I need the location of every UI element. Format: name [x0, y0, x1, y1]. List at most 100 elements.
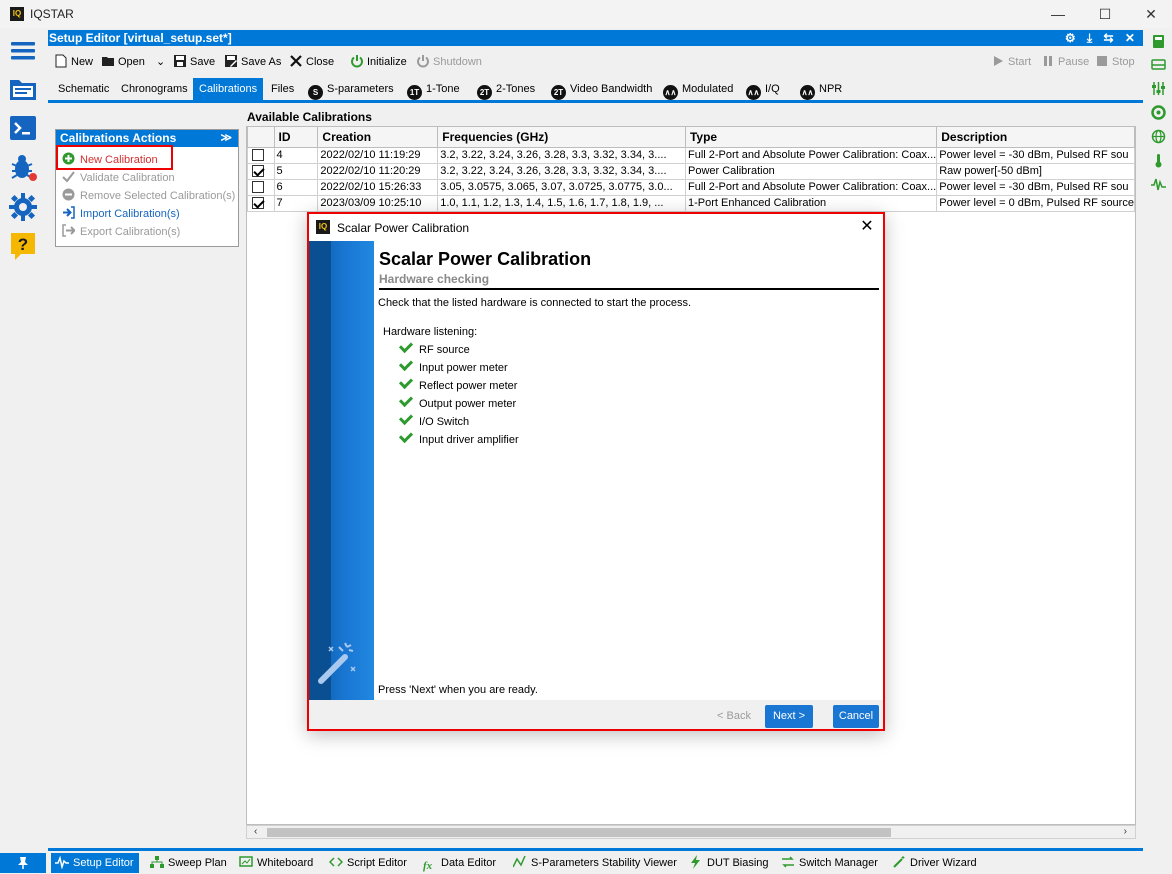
- hardware-item: Input driver amplifier: [398, 428, 519, 448]
- bug-debug-icon[interactable]: [8, 152, 38, 182]
- help-icon[interactable]: ?: [8, 231, 38, 261]
- script-icon: [329, 857, 343, 867]
- open-folder-icon: [102, 57, 114, 66]
- open-button[interactable]: Open ⌄: [101, 53, 165, 71]
- dialog-footer: < Back Next > Cancel: [309, 700, 883, 729]
- dialog-heading: Scalar Power Calibration: [379, 249, 592, 269]
- row-description: Power level = -30 dBm, Pulsed RF sou: [936, 178, 1135, 196]
- minimize-button[interactable]: —: [1035, 2, 1081, 26]
- globe-icon[interactable]: [1151, 129, 1166, 144]
- green-check-icon: [398, 356, 414, 372]
- stability-icon: [513, 855, 526, 868]
- table-row[interactable]: 4 2022/02/10 11:19:29 3.2, 3.22, 3.24, 3…: [247, 146, 1135, 164]
- row-type: Full 2-Port and Absolute Power Calibrati…: [684, 178, 938, 196]
- export-calibration-button[interactable]: Export Calibration(s): [62, 224, 180, 240]
- settings-gear-icon[interactable]: [8, 192, 38, 222]
- collapse-chevron-icon[interactable]: ≫: [220, 130, 232, 147]
- row-type: Power Calibration: [684, 162, 938, 180]
- tab-video-bandwidth[interactable]: 2T Video Bandwidth: [545, 78, 658, 100]
- pin-button[interactable]: [0, 853, 46, 873]
- row-checkbox[interactable]: [252, 164, 264, 177]
- tab-npr[interactable]: ∧∧ NPR: [794, 78, 848, 100]
- row-id: 4: [273, 146, 319, 164]
- green-check-icon: [398, 338, 414, 354]
- tab-1-tone[interactable]: 1T 1-Tone: [401, 78, 466, 100]
- tab-schematic[interactable]: Schematic: [52, 78, 115, 100]
- bottom-tab-dut-biasing[interactable]: DUT Biasing: [685, 853, 769, 873]
- table-row[interactable]: 6 2022/02/10 15:26:33 3.05, 3.0575, 3.06…: [247, 178, 1135, 196]
- scrollbar-thumb[interactable]: [267, 828, 891, 837]
- close-x-icon: [290, 55, 302, 67]
- save-button[interactable]: Save: [173, 53, 215, 71]
- bottom-tab-switch-manager[interactable]: Switch Manager: [777, 853, 878, 873]
- bottom-tab-s-parameters-stability-viewer[interactable]: S-Parameters Stability Viewer: [509, 853, 677, 873]
- chevron-down-icon[interactable]: ⌄: [156, 56, 165, 68]
- tab-files[interactable]: Files: [265, 78, 300, 100]
- row-creation: 2022/02/10 11:20:29: [317, 162, 439, 180]
- calculator-icon[interactable]: [1151, 34, 1166, 49]
- back-button[interactable]: < Back: [713, 705, 755, 728]
- hamburger-menu-icon[interactable]: [8, 36, 38, 66]
- tab-chronograms[interactable]: Chronograms: [115, 78, 194, 100]
- bottom-tab-setup-editor[interactable]: Setup Editor: [51, 853, 139, 873]
- sliders-icon[interactable]: [1151, 81, 1166, 96]
- shutdown-button[interactable]: Shutdown: [416, 53, 482, 71]
- col-header-id[interactable]: ID: [273, 127, 319, 148]
- dialog-close-button[interactable]: ✕: [857, 217, 877, 237]
- projects-folder-icon[interactable]: [8, 74, 38, 104]
- console-icon[interactable]: [8, 113, 38, 143]
- tab-calibrations[interactable]: Calibrations: [193, 78, 264, 100]
- thermometer-icon[interactable]: [1151, 153, 1166, 168]
- window-close-button[interactable]: ✕: [1128, 2, 1172, 26]
- save-icon: [174, 55, 186, 67]
- row-creation: 2023/03/09 10:25:10: [317, 194, 439, 212]
- next-button[interactable]: Next >: [765, 705, 813, 728]
- validate-calibration-button[interactable]: Validate Calibration: [62, 170, 175, 186]
- npr-icon: ∧∧: [800, 85, 815, 100]
- col-header-select[interactable]: [247, 127, 275, 148]
- row-id: 5: [273, 162, 319, 180]
- remove-calibration-button[interactable]: Remove Selected Calibration(s): [62, 188, 235, 204]
- bottom-tab-sweep-plan[interactable]: Sweep Plan: [146, 853, 227, 873]
- bottom-tab-driver-wizard[interactable]: Driver Wizard: [888, 853, 977, 873]
- lifebuoy-icon[interactable]: [1151, 105, 1166, 120]
- initialize-button[interactable]: Initialize: [350, 53, 407, 71]
- bottom-tab-script-editor[interactable]: Script Editor: [325, 853, 407, 873]
- tab-s-parameters[interactable]: S S-parameters: [302, 78, 400, 100]
- tab-modulated[interactable]: ∧∧ Modulated: [657, 78, 739, 100]
- bottom-tab-whiteboard[interactable]: Whiteboard: [235, 853, 313, 873]
- scroll-right-arrow-icon[interactable]: ›: [1124, 826, 1127, 838]
- col-header-description[interactable]: Description: [936, 127, 1135, 148]
- hardware-item: Input power meter: [398, 356, 508, 376]
- device-icon[interactable]: [1151, 57, 1166, 72]
- stop-button[interactable]: Stop: [1095, 53, 1135, 71]
- maximize-button[interactable]: ☐: [1082, 2, 1128, 26]
- save-as-button[interactable]: Save As: [224, 53, 281, 71]
- close-button[interactable]: Close: [289, 53, 334, 71]
- table-row[interactable]: 5 2022/02/10 11:20:29 3.2, 3.22, 3.24, 3…: [247, 162, 1135, 180]
- signal-icon[interactable]: [1151, 177, 1166, 192]
- import-calibration-button[interactable]: Import Calibration(s): [62, 206, 180, 222]
- new-button[interactable]: New: [54, 53, 93, 71]
- row-select-cell: [247, 194, 275, 212]
- tab-2-tones[interactable]: 2T 2-Tones: [471, 78, 541, 100]
- table-row[interactable]: 7 2023/03/09 10:25:10 1.0, 1.1, 1.2, 1.3…: [247, 194, 1135, 212]
- start-button[interactable]: Start: [991, 53, 1031, 71]
- col-header-type[interactable]: Type: [684, 127, 938, 148]
- tab-iq[interactable]: ∧∧ I/Q: [740, 78, 786, 100]
- scroll-left-arrow-icon[interactable]: ‹: [254, 826, 257, 838]
- col-header-creation[interactable]: Creation: [317, 127, 439, 148]
- row-checkbox[interactable]: [252, 148, 264, 161]
- hardware-list-title: Hardware listening:: [383, 326, 478, 338]
- pause-button[interactable]: Pause: [1041, 53, 1089, 71]
- bottom-tab-data-editor[interactable]: fx Data Editor: [419, 853, 496, 873]
- row-checkbox[interactable]: [252, 196, 264, 209]
- stop-icon: [1097, 56, 1107, 66]
- col-header-frequencies[interactable]: Frequencies (GHz): [437, 127, 686, 148]
- cancel-button[interactable]: Cancel: [833, 705, 879, 728]
- horizontal-scrollbar[interactable]: ‹ ›: [246, 825, 1136, 839]
- row-checkbox[interactable]: [252, 180, 264, 193]
- dialog-titlebar: IQ Scalar Power Calibration ✕: [309, 214, 883, 241]
- editor-header-icons[interactable]: ⚙ ⤓ ⇆ ✕: [1065, 30, 1139, 46]
- green-check-icon: [398, 392, 414, 408]
